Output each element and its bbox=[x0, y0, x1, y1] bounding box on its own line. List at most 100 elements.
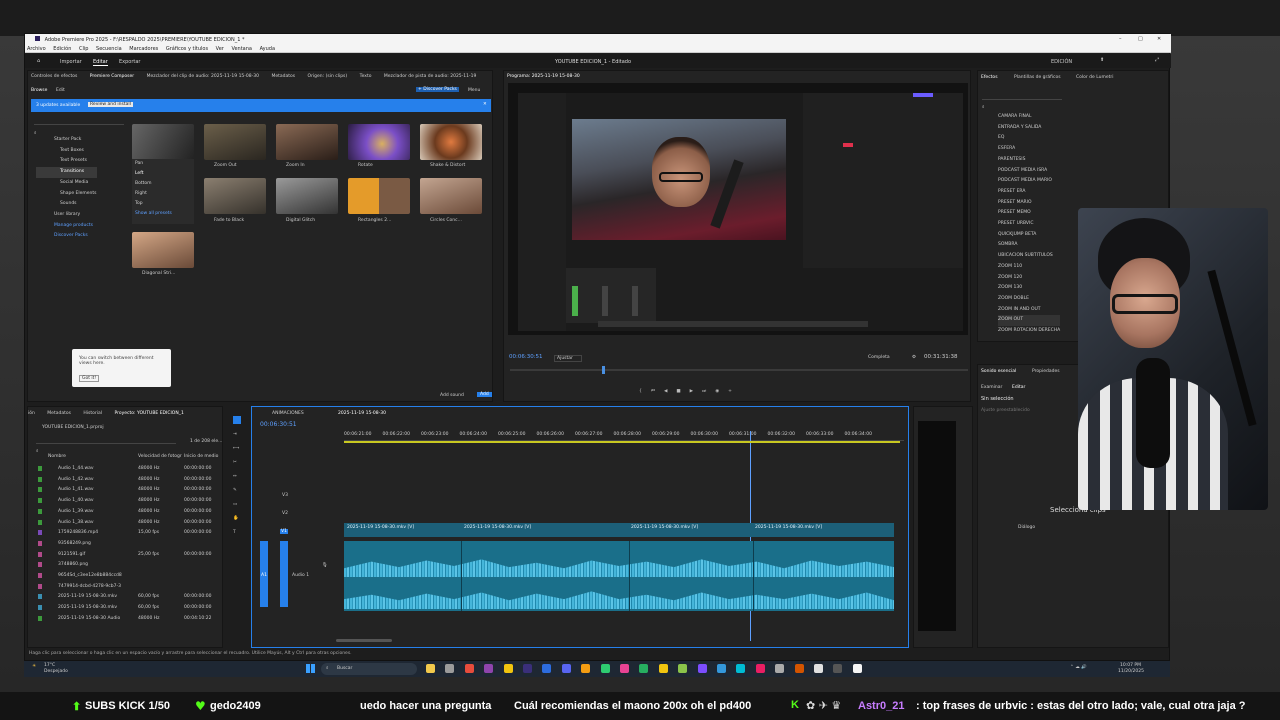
effect-preset-item[interactable]: PARENTESIS bbox=[998, 155, 1060, 166]
step-back-icon[interactable]: ⏮ bbox=[651, 389, 664, 394]
start-icon[interactable] bbox=[306, 664, 315, 673]
label-color-swatch[interactable] bbox=[38, 476, 42, 482]
tree-item-starter-pack[interactable]: Starter Pack bbox=[36, 135, 97, 146]
menu-secuencia[interactable]: Secuencia bbox=[96, 46, 122, 52]
menu-edicion[interactable]: Edición bbox=[53, 46, 71, 52]
label-color-swatch[interactable] bbox=[38, 519, 42, 525]
project-row[interactable]: Audio 1_42.wav 48000 Hz 00:00:00:00 bbox=[28, 475, 218, 485]
effect-preset-item[interactable]: PRESET ERA bbox=[998, 187, 1060, 198]
thumb-rectangles[interactable] bbox=[348, 178, 410, 214]
cut-2[interactable] bbox=[629, 541, 630, 611]
maximize-button[interactable]: □ bbox=[1138, 36, 1143, 42]
effect-preset-item[interactable]: ZOOM 110 bbox=[998, 262, 1060, 273]
thumb-zoom-in[interactable] bbox=[276, 124, 338, 160]
ripple-icon[interactable]: ⟷ bbox=[233, 446, 239, 451]
tab-effect-controls[interactable]: Controles de efectos bbox=[31, 74, 77, 79]
effect-preset-item[interactable]: ESFERA bbox=[998, 144, 1060, 155]
project-row[interactable]: 2025-11-19 15-08-30 Audio 48000 Hz 00:04:1… bbox=[28, 614, 218, 624]
tab-metadata[interactable]: Metadatos bbox=[271, 74, 295, 79]
tree-item-sounds[interactable]: Sounds bbox=[36, 199, 97, 210]
taskbar-app-icon[interactable] bbox=[426, 664, 435, 673]
play-back-icon[interactable]: ◀ bbox=[664, 389, 676, 394]
tab-importar[interactable]: Importar bbox=[60, 59, 82, 65]
audio-clip[interactable] bbox=[344, 541, 894, 611]
timeline-hscroll[interactable] bbox=[336, 639, 392, 642]
quality-dropdown[interactable]: Completa bbox=[868, 355, 890, 360]
tab-browse-sound[interactable]: Examinar bbox=[981, 385, 1002, 390]
tree-item-text-presets[interactable]: Text Presets bbox=[36, 156, 97, 167]
taskbar-app-icon[interactable] bbox=[639, 664, 649, 673]
discover-packs-button[interactable]: + Discover Packs bbox=[416, 87, 459, 92]
project-row[interactable]: Audio 1_41.wav 48000 Hz 00:00:00:00 bbox=[28, 485, 218, 495]
tab-properties[interactable]: Propiedades bbox=[1032, 369, 1060, 374]
label-color-swatch[interactable] bbox=[38, 573, 42, 578]
taskbar-app-icon[interactable] bbox=[620, 664, 629, 673]
thumb-circles[interactable] bbox=[420, 178, 482, 214]
close-button[interactable]: ✕ bbox=[1157, 36, 1161, 42]
playhead-marker[interactable] bbox=[602, 366, 605, 374]
label-color-swatch[interactable] bbox=[38, 498, 42, 504]
taskbar-app-icon[interactable] bbox=[523, 664, 532, 673]
effect-preset-item[interactable]: QUICKJUMP BETA bbox=[998, 230, 1060, 241]
thumb-fade-black[interactable] bbox=[204, 178, 266, 214]
taskbar-app-icon[interactable] bbox=[600, 664, 610, 673]
project-row[interactable]: 2025-11-19 15-08-30.mkv 60,00 fps 00:00:00… bbox=[28, 592, 218, 602]
tree-item-manage-products[interactable]: Manage products bbox=[36, 221, 97, 232]
project-row[interactable]: 7479914-dcbd-4278-9cb7-3 bbox=[28, 582, 218, 592]
project-row[interactable]: Audio 1_44.wav 48000 Hz 00:00:00:00 bbox=[28, 464, 218, 474]
cut-3[interactable] bbox=[753, 541, 754, 611]
taskbar-app-icon[interactable] bbox=[561, 664, 571, 673]
taskbar-app-icon[interactable] bbox=[697, 664, 707, 673]
project-row[interactable]: Audio 1_39.wav 48000 Hz 00:00:00:00 bbox=[28, 507, 218, 517]
tab-track-mixer[interactable]: Mezclador de pista de audio: 2025-11-19 bbox=[384, 74, 476, 79]
home-icon[interactable]: ⌂ bbox=[37, 58, 40, 64]
taskbar-app-icon[interactable] bbox=[542, 664, 552, 673]
play-icon[interactable]: ▶ bbox=[690, 389, 702, 394]
effect-preset-item[interactable]: EQ bbox=[998, 133, 1060, 144]
banner-close-icon[interactable]: ✕ bbox=[483, 102, 487, 107]
step-forward-icon[interactable]: ⏭ bbox=[702, 389, 715, 394]
tree-item-discover-packs[interactable]: Discover Packs bbox=[36, 231, 97, 242]
thumb-diagonal[interactable] bbox=[132, 232, 194, 268]
effect-preset-item[interactable]: ZOOM 130 bbox=[998, 283, 1060, 294]
track-label-v2[interactable]: V2 bbox=[282, 511, 288, 516]
submenu-show-all[interactable]: Show all presets bbox=[135, 209, 194, 219]
fullscreen-icon[interactable]: ⤢ bbox=[1155, 57, 1159, 63]
tab-history[interactable]: Historial bbox=[83, 411, 102, 416]
tree-item-shape-elements[interactable]: Shape Elements bbox=[36, 189, 97, 200]
tab-premiere-composer[interactable]: Premiere Composer bbox=[90, 74, 134, 79]
taskbar-app-icon[interactable] bbox=[464, 664, 474, 673]
taskbar-app-icon[interactable] bbox=[833, 664, 843, 673]
taskbar-app-icon[interactable] bbox=[794, 664, 804, 673]
label-color-swatch[interactable] bbox=[38, 551, 42, 557]
effects-search[interactable]: ⌕ bbox=[982, 93, 1062, 110]
tab-animaciones[interactable]: ANIMACIONES bbox=[272, 411, 304, 416]
effect-preset-item[interactable]: ENTRADA Y SALIDA bbox=[998, 123, 1060, 134]
track-label-v3[interactable]: V3 bbox=[282, 493, 288, 498]
taskbar-search[interactable]: ⌕ Buscar bbox=[321, 663, 417, 675]
clip-2-label[interactable]: 2025-11-19 15-08-30.mkv [V] bbox=[464, 525, 531, 530]
add-icon[interactable]: + bbox=[728, 389, 741, 394]
effect-preset-item[interactable]: SOMBRA bbox=[998, 240, 1060, 251]
project-row[interactable]: 2025-11-19 15-08-30.mkv 60,00 fps 00:00:00… bbox=[28, 603, 218, 613]
taskbar-app-icon[interactable] bbox=[484, 664, 494, 673]
tree-item-text-boxes[interactable]: Text Boxes bbox=[36, 146, 97, 157]
col-media-start[interactable]: Inicio de medio bbox=[184, 454, 218, 459]
submenu-top[interactable]: Top bbox=[135, 199, 194, 209]
clip-1-label[interactable]: 2025-11-19 15-08-30.mkv [V] bbox=[347, 525, 414, 530]
clip-3-label[interactable]: 2025-11-19 15-08-30.mkv [V] bbox=[631, 525, 698, 530]
label-color-swatch[interactable] bbox=[38, 594, 42, 600]
project-search[interactable]: ⌕ bbox=[36, 437, 176, 454]
tab-project[interactable]: Proyecto: YOUTUBE EDICION_1 bbox=[114, 411, 183, 416]
thumb-zoom-out[interactable] bbox=[204, 124, 266, 160]
program-timecode[interactable]: 00:06:30:51 bbox=[509, 354, 543, 360]
minimize-button[interactable]: – bbox=[1119, 36, 1122, 42]
tray-icons[interactable]: ⌃ ☁ 🔊 bbox=[1070, 665, 1087, 670]
effect-preset-item[interactable]: UBICACION SUBTITULOS bbox=[998, 251, 1060, 262]
taskbar-app-icon[interactable] bbox=[445, 664, 455, 673]
effect-preset-item[interactable]: PRESET URBVIC bbox=[998, 219, 1060, 230]
program-scrubber[interactable] bbox=[510, 366, 968, 374]
tab-effects[interactable]: Efectos bbox=[981, 75, 998, 80]
tab-browse[interactable]: Browse bbox=[31, 88, 47, 93]
label-color-swatch[interactable] bbox=[38, 487, 42, 493]
